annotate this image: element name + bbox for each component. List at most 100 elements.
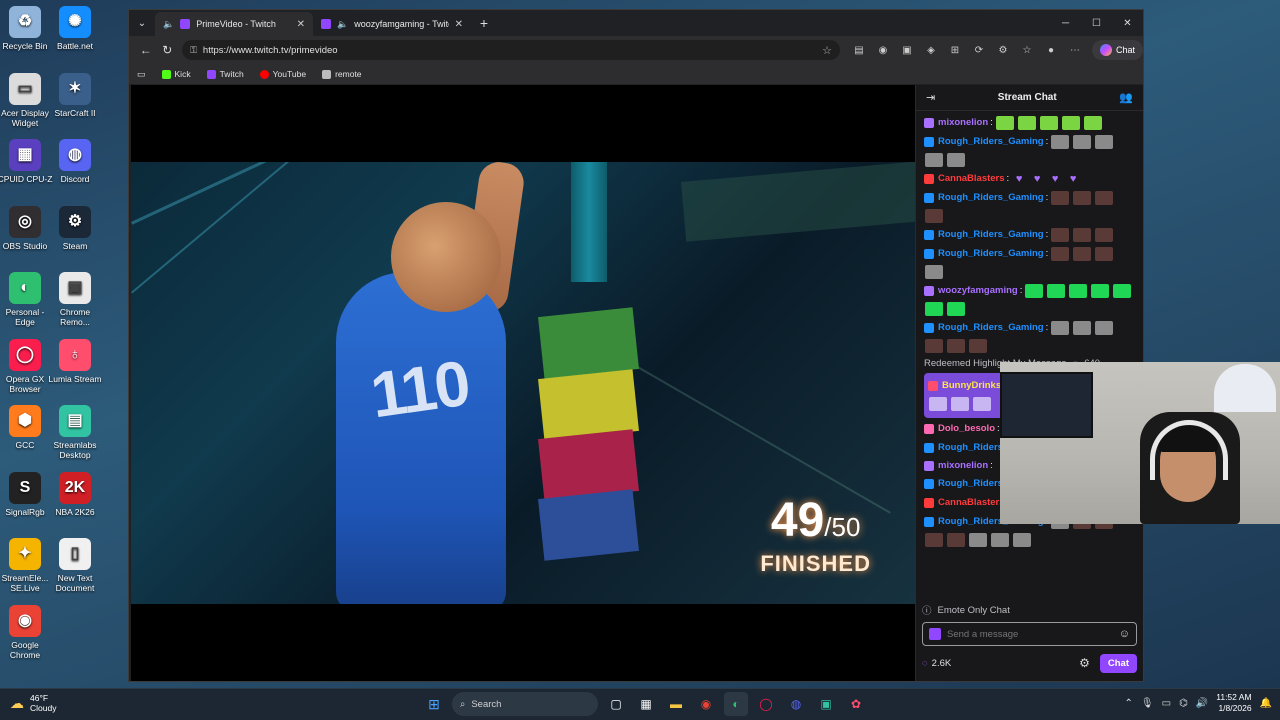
chat-emote[interactable] <box>1073 228 1092 242</box>
video-player[interactable]: 110 49/50 FINISHED <box>131 85 915 681</box>
chat-emote[interactable] <box>1051 247 1070 261</box>
taskbar-search[interactable]: ⌕ Search <box>452 692 598 716</box>
extension-icon[interactable]: ◈ <box>922 41 940 59</box>
edge-taskbar-icon[interactable]: ◐ <box>724 692 748 716</box>
close-window-icon[interactable]: ✕ <box>1112 10 1143 36</box>
desktop-shortcut[interactable]: ◍ Discord <box>46 139 104 184</box>
bookmark-kick[interactable]: Kick <box>161 69 191 79</box>
chat-emote[interactable] <box>1051 191 1070 205</box>
chat-emote[interactable] <box>1095 191 1114 205</box>
chat-username[interactable]: Rough_Riders_Gaming <box>938 228 1044 242</box>
chat-settings-icon[interactable]: ⚙ <box>1079 656 1090 670</box>
chat-emote[interactable] <box>947 153 965 167</box>
desktop-shortcut[interactable]: ◉ Google Chrome <box>0 604 54 660</box>
chat-emote[interactable] <box>1095 247 1114 261</box>
chat-emote[interactable] <box>925 153 943 167</box>
minimize-icon[interactable]: ─ <box>1050 10 1081 36</box>
network-icon[interactable]: ⌬ <box>1179 698 1188 709</box>
chat-emote[interactable]: ♥ <box>1048 172 1062 186</box>
tray-overflow-icon[interactable]: ⌃ <box>1125 698 1133 709</box>
url-field[interactable]: ⚿ https://www.twitch.tv/primevideo ☆ <box>182 40 840 60</box>
tab-woozyfamgaming[interactable]: 🔈 woozyfamgaming - Twitch ✕ <box>313 12 471 36</box>
back-icon[interactable]: ← <box>135 39 157 61</box>
close-tab-icon[interactable]: ✕ <box>455 19 463 30</box>
chat-username[interactable]: Dolo_besolo <box>938 422 995 436</box>
chat-emote[interactable] <box>947 339 965 353</box>
chat-emote[interactable] <box>969 339 987 353</box>
chat-username[interactable]: Rough_Riders <box>938 477 1003 491</box>
task-view-icon[interactable]: ▢ <box>604 692 628 716</box>
chat-username[interactable]: Rough_Riders_Gaming <box>938 321 1044 335</box>
chat-emote[interactable] <box>1051 321 1070 335</box>
chat-username[interactable]: Rough_Riders <box>938 441 1003 455</box>
close-tab-icon[interactable]: ✕ <box>297 19 305 30</box>
chat-emote[interactable] <box>925 533 943 547</box>
favorite-star-icon[interactable]: ☆ <box>822 44 832 57</box>
extension-icon[interactable]: ▤ <box>850 41 868 59</box>
streamlabs-taskbar-icon[interactable]: ▣ <box>814 692 838 716</box>
volume-icon[interactable]: 🔊 <box>1196 698 1208 709</box>
desktop-shortcut[interactable]: ▣ Chrome Remo... <box>46 272 104 327</box>
file-explorer-icon[interactable]: ▬ <box>664 692 688 716</box>
maximize-icon[interactable]: ☐ <box>1081 10 1112 36</box>
chat-username[interactable]: woozyfamgaming <box>938 284 1018 298</box>
extension-icon[interactable]: ◉ <box>874 41 892 59</box>
chat-emote[interactable] <box>1039 116 1058 130</box>
chrome-taskbar-icon[interactable]: ◉ <box>694 692 718 716</box>
refresh-icon[interactable]: ↻ <box>157 39 179 61</box>
widgets-icon[interactable]: ▦ <box>634 692 658 716</box>
discord-taskbar-icon[interactable]: ◍ <box>784 692 808 716</box>
chat-emote[interactable] <box>1069 284 1088 298</box>
channel-points[interactable]: ◌ 2.6K <box>922 658 951 669</box>
display-icon[interactable]: ▭ <box>1162 698 1171 709</box>
chat-emote[interactable] <box>1013 533 1031 547</box>
chat-username[interactable]: Rough_Riders_Gaming <box>938 191 1044 205</box>
chat-emote[interactable]: ♥ <box>1030 172 1044 186</box>
bookmark-twitch[interactable]: Twitch <box>206 69 244 79</box>
chat-emote[interactable] <box>995 116 1014 130</box>
tab-primevideo[interactable]: 🔈 PrimeVideo - Twitch ✕ <box>155 12 313 36</box>
desktop-shortcut[interactable]: ✶ StarCraft II <box>46 72 104 118</box>
chat-emote[interactable] <box>991 533 1009 547</box>
chat-emote[interactable] <box>1051 135 1070 149</box>
chat-emote[interactable] <box>925 265 943 279</box>
bookmark-remote[interactable]: remote <box>322 69 362 79</box>
new-tab-button[interactable]: + <box>471 10 497 36</box>
copilot-chat-button[interactable]: Chat <box>1091 40 1143 60</box>
desktop-shortcut[interactable]: ✺ Battle.net <box>46 6 104 51</box>
bookmark-youtube[interactable]: YouTube <box>259 69 306 79</box>
tab-actions-button[interactable]: ⌄ <box>129 10 155 36</box>
chat-emote[interactable] <box>947 302 965 316</box>
chat-emote[interactable] <box>1091 284 1110 298</box>
chat-username[interactable]: Rough_Riders_Gaming <box>938 135 1044 149</box>
emote-picker-icon[interactable]: ☺ <box>1119 628 1130 640</box>
bookmarks-menu-icon[interactable]: ▭ <box>137 69 146 80</box>
chat-username[interactable]: mixonelion <box>938 459 988 473</box>
chat-emote[interactable] <box>1073 191 1092 205</box>
chat-emote[interactable] <box>1025 284 1044 298</box>
chat-emote[interactable] <box>1073 135 1092 149</box>
send-chat-button[interactable]: Chat <box>1099 653 1137 673</box>
chat-emote[interactable]: ♥ <box>1012 172 1026 186</box>
chat-emote[interactable] <box>1095 228 1114 242</box>
chat-username[interactable]: CannaBlasters <box>938 172 1005 186</box>
chat-emote[interactable] <box>1095 135 1114 149</box>
desktop-shortcut[interactable]: ▯ New Text Document <box>46 538 104 593</box>
desktop-shortcut[interactable]: ♁ Lumia Stream <box>46 338 104 384</box>
chat-emote[interactable] <box>1047 284 1066 298</box>
extensions-puzzle-icon[interactable]: ⚙ <box>994 41 1012 59</box>
chat-emote[interactable] <box>1073 247 1092 261</box>
desktop-shortcut[interactable]: ⚙ Steam <box>46 205 104 251</box>
chat-input-box[interactable]: ☺ <box>922 622 1137 646</box>
chat-emote[interactable] <box>1061 116 1080 130</box>
opera-gx-taskbar-icon[interactable]: ◯ <box>754 692 778 716</box>
extension-icon[interactable]: ▣ <box>898 41 916 59</box>
microphone-icon[interactable]: 🎙 <box>1141 698 1154 709</box>
chat-username[interactable]: BunnyDrinks <box>942 379 1001 393</box>
more-menu-icon[interactable]: ⋯ <box>1066 41 1084 59</box>
chat-emote[interactable] <box>1073 321 1092 335</box>
chat-emote[interactable] <box>925 339 943 353</box>
profile-avatar-icon[interactable]: ● <box>1042 41 1060 59</box>
chat-emote[interactable] <box>947 533 965 547</box>
app-taskbar-icon[interactable]: ✿ <box>844 692 868 716</box>
